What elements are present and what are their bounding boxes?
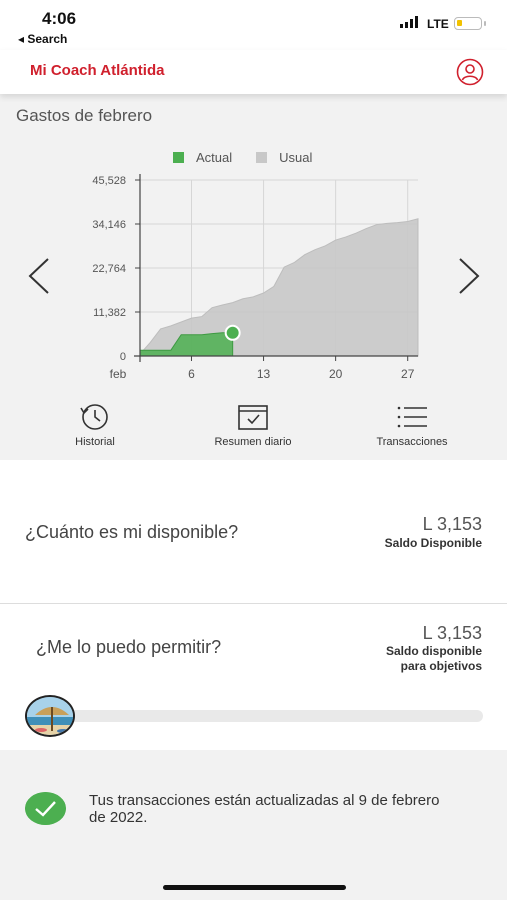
- goal-avatar[interactable]: [25, 695, 75, 737]
- spending-area-chart: 0 11,382 22,764 34,146 45,528 feb 6 13 20 27: [92, 174, 419, 381]
- y-tick-label-0: 0: [120, 351, 126, 363]
- sync-status-message: Tus transacciones están actualizadas al …: [89, 792, 440, 826]
- permitir-amount: L 3,153: [422, 623, 482, 643]
- goal-progress-bar: [50, 710, 483, 722]
- sync-status-footer: Tus transacciones están actualizadas al …: [0, 750, 507, 900]
- disponible-label: Saldo Disponible: [384, 536, 482, 550]
- chart-actions: Historial Resumen diario Transacciones: [0, 402, 507, 452]
- resumen-diario-button[interactable]: Resumen diario: [193, 402, 313, 448]
- battery-icon: [454, 17, 482, 30]
- x-tick-label-2: 20: [329, 367, 343, 381]
- disponible-amount: L 3,153: [422, 514, 482, 534]
- historial-label: Historial: [75, 436, 115, 448]
- back-to-search-link[interactable]: ◂ Search: [18, 32, 67, 46]
- disponible-row[interactable]: ¿Cuánto es mi disponible? L 3,153 Saldo …: [0, 460, 507, 603]
- y-tick-label-1: 11,382: [93, 307, 126, 319]
- resumen-diario-label: Resumen diario: [214, 436, 292, 448]
- x-tick-label-3: 27: [401, 367, 415, 381]
- x-tick-label-1: 13: [257, 367, 271, 381]
- permitir-label-line1: Saldo disponible: [385, 644, 482, 658]
- x-tick-label-first: feb: [110, 367, 127, 381]
- permitir-question: ¿Me lo puedo permitir?: [36, 637, 222, 657]
- y-tick-label-2: 22,764: [92, 263, 126, 275]
- chevron-left-icon[interactable]: [26, 256, 52, 296]
- battery-nub: [484, 21, 486, 26]
- spending-chart-section: Gastos de febrero Actual Usual 0 11,382 22…: [0, 94, 507, 460]
- history-clock-icon: [80, 404, 108, 430]
- y-tick-label-4: 45,528: [92, 175, 126, 187]
- actual-current-point: [224, 324, 241, 341]
- home-indicator: [163, 885, 346, 890]
- transacciones-button[interactable]: Transacciones: [352, 402, 472, 448]
- permitir-label-line2: para objetivos: [400, 659, 482, 673]
- y-tick-label-3: 34,146: [92, 219, 126, 231]
- historial-button[interactable]: Historial: [35, 402, 155, 448]
- calendar-check-icon: [238, 405, 268, 430]
- check-circle-icon: [25, 792, 66, 825]
- status-time: 4:06: [42, 9, 77, 28]
- status-bar: 4:06 ◂ Search LTE: [0, 0, 507, 50]
- list-icon: [397, 406, 427, 428]
- app-header: Mi Coach Atlántida: [0, 50, 507, 94]
- transacciones-label: Transacciones: [376, 436, 448, 448]
- signal-icon: [400, 16, 418, 28]
- x-tick-label-0: 6: [188, 367, 195, 381]
- permitir-label: Saldo disponible para objetivos: [386, 644, 482, 674]
- app-title: Mi Coach Atlántida: [30, 62, 165, 79]
- user-circle-icon[interactable]: [456, 58, 484, 86]
- permitir-row[interactable]: ¿Me lo puedo permitir? L 3,153 Saldo dis…: [0, 604, 507, 750]
- disponible-question: ¿Cuánto es mi disponible?: [25, 522, 239, 542]
- chevron-right-icon[interactable]: [456, 256, 482, 296]
- network-label: LTE: [427, 17, 449, 31]
